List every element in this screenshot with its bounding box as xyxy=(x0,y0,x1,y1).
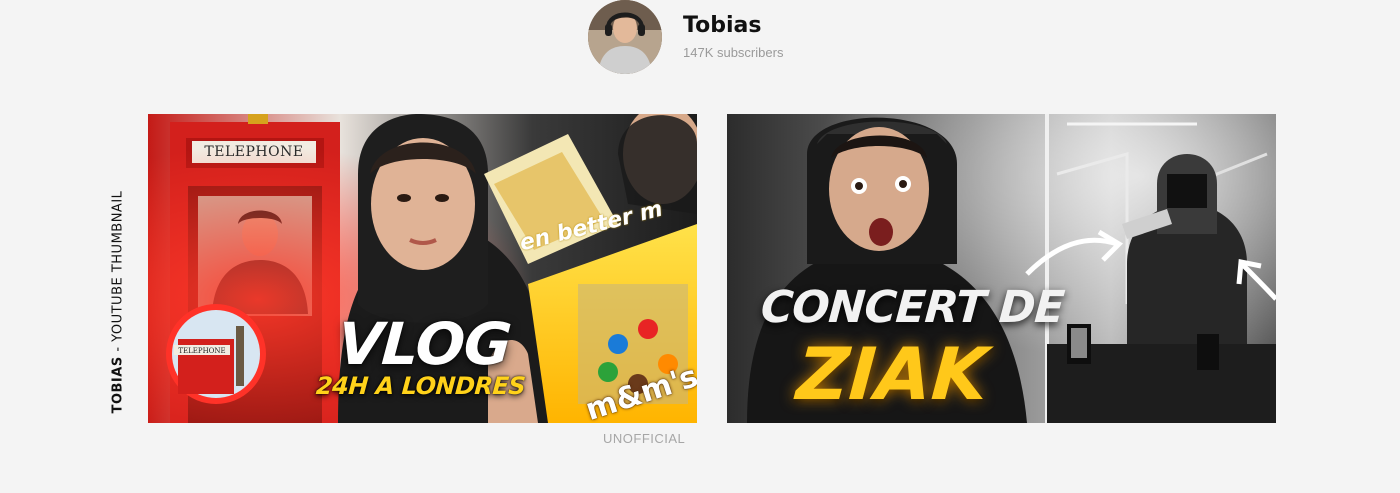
telephone-small-sign: TELEPHONE xyxy=(178,347,226,355)
concert-artist-name: ZIAK xyxy=(794,332,991,416)
avatar-portrait-icon xyxy=(588,0,662,74)
channel-header: Tobias 147K subscribers xyxy=(588,0,783,74)
vlog-subtitle: 24H A LONDRES xyxy=(315,372,527,400)
thumbnail-vlog[interactable]: TELEPHONE TELEPHONE en better m m&m's VL… xyxy=(148,114,697,423)
channel-name[interactable]: Tobias xyxy=(683,14,783,38)
concert-title: CONCERT DE xyxy=(759,282,1066,333)
telephone-sign: TELEPHONE xyxy=(204,144,304,160)
unofficial-label: UNOFFICIAL xyxy=(603,431,686,446)
side-label-channel: TOBIAS xyxy=(110,356,126,414)
channel-avatar[interactable] xyxy=(588,0,662,74)
vlog-title: VLOG xyxy=(335,310,514,378)
side-label-rest: - YOUTUBE THUMBNAIL xyxy=(110,190,126,357)
thumbnail-concert[interactable]: CONCERT DE ZIAK xyxy=(727,114,1276,423)
channel-info: Tobias 147K subscribers xyxy=(683,14,784,60)
subscriber-count: 147K subscribers xyxy=(683,44,784,60)
side-label: TOBIAS - YOUTUBE THUMBNAIL xyxy=(111,191,126,414)
